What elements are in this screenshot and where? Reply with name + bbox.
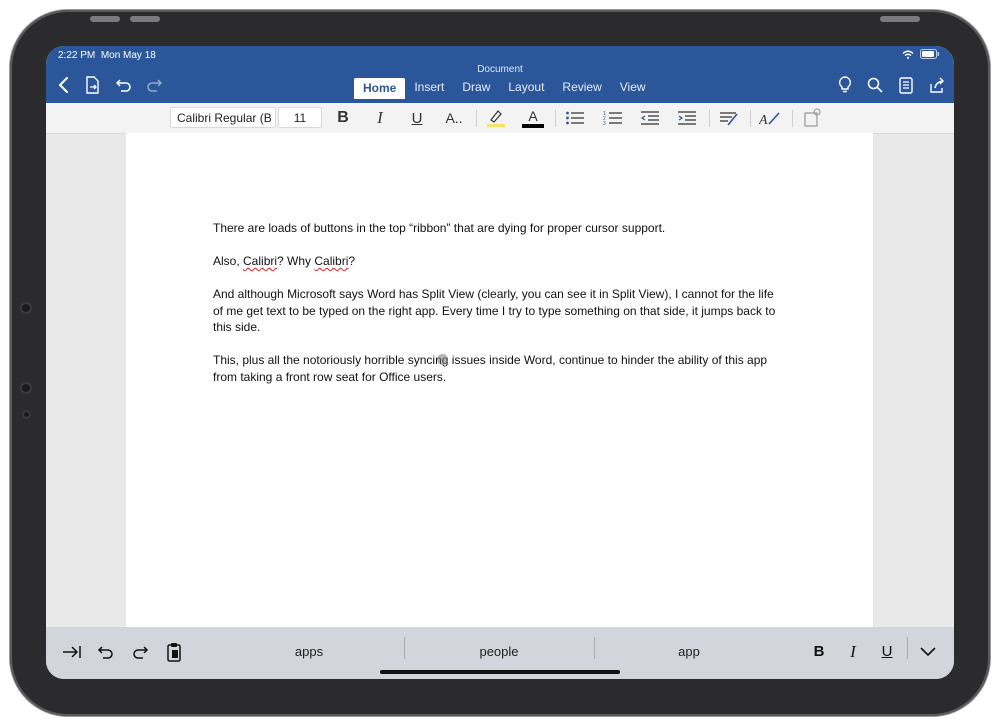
tab-draw[interactable]: Draw [453, 78, 499, 99]
decrease-indent-icon [640, 111, 659, 125]
ribbon-tabs: Home Insert Draw Layout Review View [354, 78, 655, 99]
editor-button[interactable]: A [756, 106, 784, 130]
divider [555, 110, 556, 127]
clear-formatting-button[interactable] [798, 106, 826, 130]
italic-button[interactable]: I [366, 106, 394, 130]
tab-insert[interactable]: Insert [405, 78, 453, 99]
underline-button[interactable]: U [403, 106, 431, 130]
font-color-button[interactable]: A [519, 106, 547, 130]
font-name-field[interactable]: Calibri Regular (B [170, 107, 276, 128]
numbering-button[interactable]: 123 [599, 106, 627, 130]
decrease-indent-button[interactable] [636, 106, 664, 130]
highlighter-icon [487, 110, 505, 127]
device-button [880, 16, 920, 22]
tab-home[interactable]: Home [354, 78, 406, 99]
svg-text:3: 3 [603, 121, 606, 126]
camera-sensor [22, 410, 31, 419]
device-button [90, 16, 120, 22]
text-run: ? [348, 254, 356, 268]
suggestion-3[interactable]: app [594, 639, 784, 665]
reading-mode-icon[interactable] [893, 74, 919, 96]
camera-sensor [20, 302, 32, 314]
misspelled-word[interactable]: Calibri [314, 254, 348, 268]
keyboard-shortcut-bar: apps people app B I U [46, 627, 954, 679]
tab-key-icon[interactable] [60, 641, 84, 663]
paste-icon[interactable] [162, 641, 186, 663]
battery-icon [920, 49, 939, 59]
status-date: Mon May 18 [100, 50, 156, 61]
text-effects-button[interactable]: A.. [440, 106, 468, 130]
search-icon[interactable] [862, 74, 888, 96]
suggestion-2[interactable]: people [404, 639, 594, 665]
back-chevron-icon[interactable] [50, 74, 76, 96]
divider [750, 110, 751, 127]
paragraph[interactable]: Also, Calibri? Why Calibri? [213, 253, 783, 270]
suggestion-1[interactable]: apps [214, 639, 404, 665]
paragraph[interactable]: And although Microsoft says Word has Spl… [213, 286, 783, 336]
document-title: Document [477, 64, 523, 75]
clear-format-icon [804, 108, 821, 127]
status-icons [902, 49, 940, 59]
hide-keyboard-chevron-icon[interactable] [916, 641, 940, 663]
font-size-field[interactable]: 11 [278, 107, 322, 128]
file-icon[interactable] [80, 74, 106, 96]
home-indicator[interactable] [380, 670, 620, 674]
font-color-swatch [522, 123, 544, 128]
divider [792, 110, 793, 127]
status-time: 2:22 PM Mon May 18 [58, 50, 156, 61]
divider [476, 110, 477, 127]
device-button [130, 16, 160, 22]
text-run: This, plus all the notoriously horrible … [213, 353, 449, 367]
text-run: Also, [213, 254, 244, 268]
increase-indent-icon [678, 111, 696, 125]
document-page[interactable]: There are loads of buttons in the top “r… [126, 133, 873, 627]
numbered-list-icon: 123 [603, 111, 622, 126]
divider [709, 110, 710, 127]
text-run: ? Why [277, 254, 315, 268]
paragraph[interactable]: There are loads of buttons in the top “r… [213, 220, 783, 237]
misspelled-word[interactable]: Calibri [243, 254, 277, 268]
kb-bold-button[interactable]: B [808, 641, 830, 663]
redo-icon[interactable] [128, 641, 152, 663]
increase-indent-button[interactable] [673, 106, 701, 130]
bullets-button[interactable] [561, 106, 589, 130]
bold-button[interactable]: B [329, 106, 357, 130]
tab-review[interactable]: Review [553, 78, 610, 99]
lightbulb-icon[interactable] [832, 74, 858, 96]
editor-pen-icon: A [759, 112, 780, 126]
divider [907, 637, 908, 659]
title-bar: 2:22 PM Mon May 18 Document Home Insert … [46, 46, 954, 103]
redo-icon[interactable] [141, 74, 167, 96]
share-icon[interactable] [924, 74, 950, 96]
font-color-letter: A [528, 107, 538, 124]
undo-icon[interactable] [94, 641, 118, 663]
wifi-icon [902, 50, 914, 59]
tab-layout[interactable]: Layout [499, 78, 553, 99]
paragraph[interactable]: This, plus all the notoriously horrible … [213, 352, 783, 385]
highlight-button[interactable] [482, 106, 510, 130]
camera-sensor [20, 382, 32, 394]
status-clock: 2:22 PM [58, 50, 96, 61]
bulleted-list-icon [566, 111, 584, 125]
screen: 2:22 PM Mon May 18 Document Home Insert … [46, 46, 954, 679]
styles-button[interactable] [715, 106, 743, 130]
kb-underline-button[interactable]: U [876, 641, 898, 663]
paragraph-styles-icon [720, 112, 738, 126]
tab-view[interactable]: View [611, 78, 655, 99]
kb-italic-button[interactable]: I [842, 641, 864, 663]
home-ribbon: Calibri Regular (B 11 B I U A.. A 123 A [46, 103, 954, 134]
svg-text:A: A [759, 113, 768, 126]
undo-icon[interactable] [111, 74, 137, 96]
document-body[interactable]: There are loads of buttons in the top “r… [213, 220, 783, 402]
